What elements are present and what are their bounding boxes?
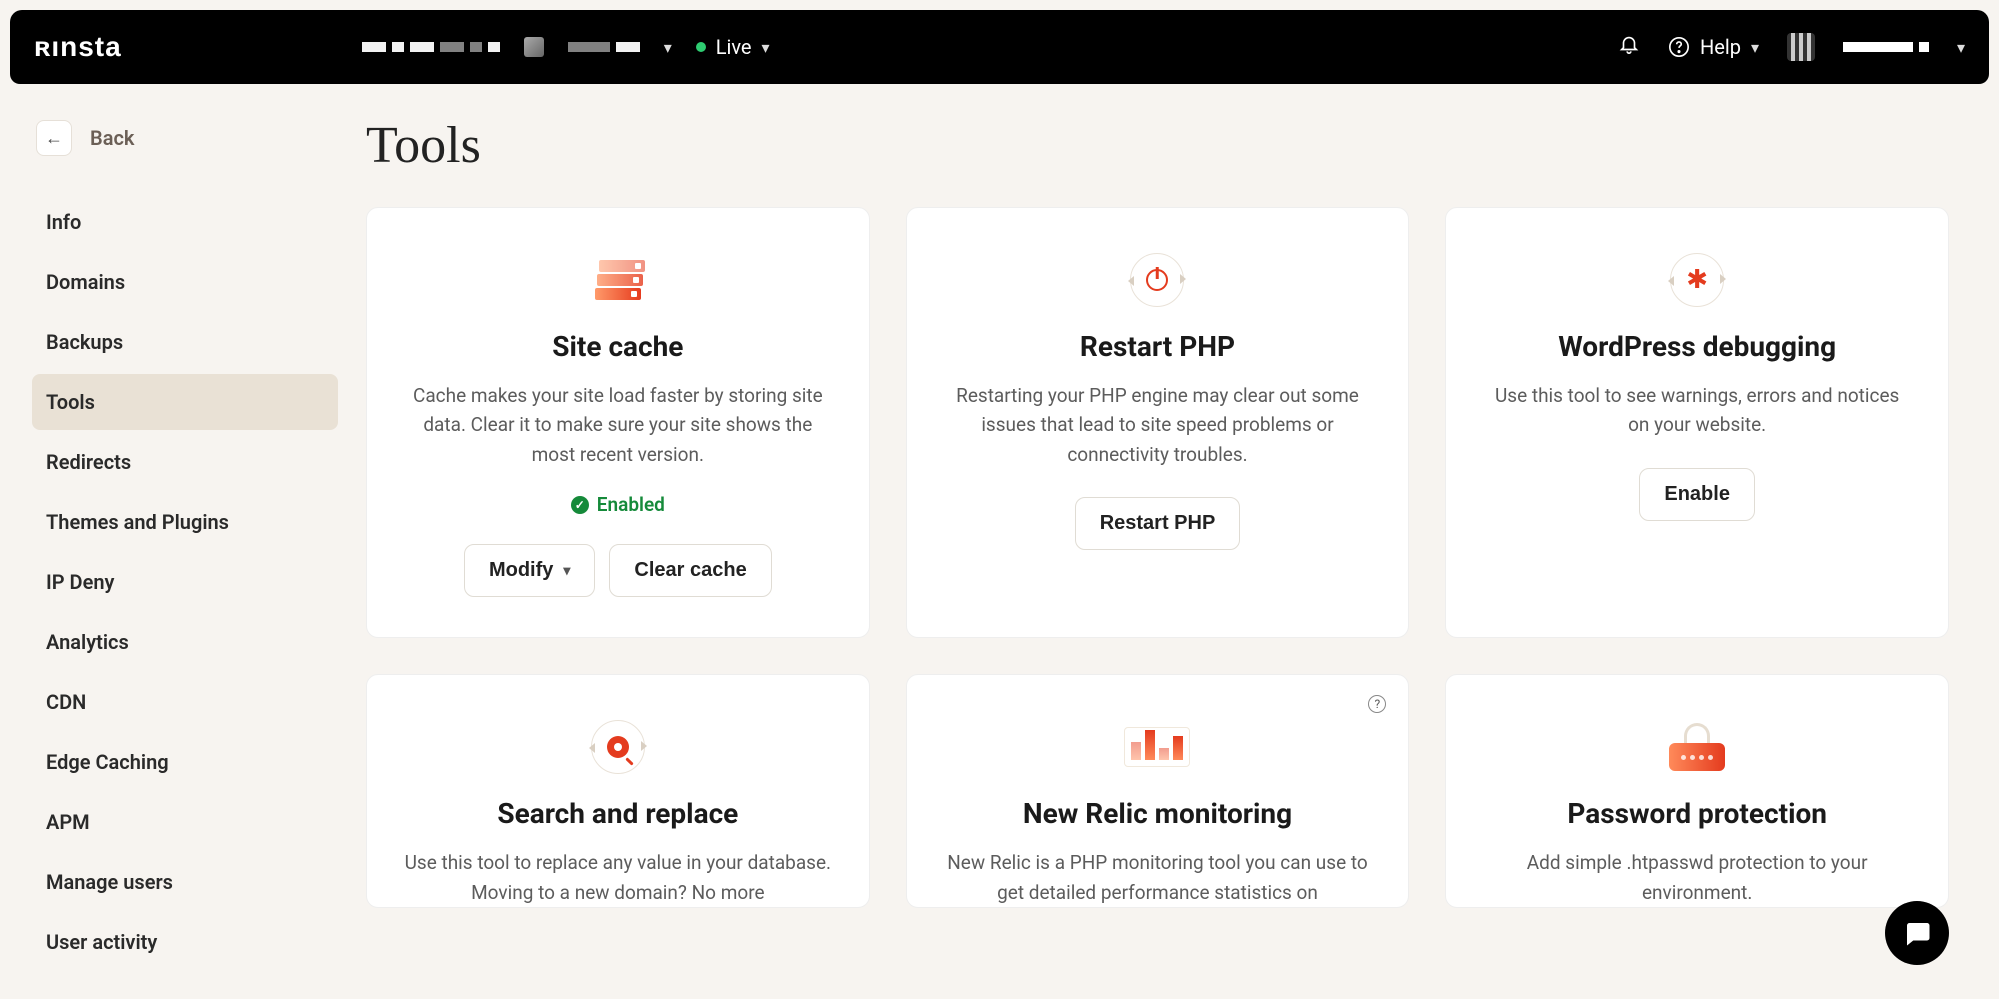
breadcrumb-redacted[interactable] <box>362 42 500 52</box>
sidebar-item-manage-users[interactable]: Manage users <box>32 854 338 910</box>
topbar: ʀınsta ▾ Live ▾ <box>10 10 1989 84</box>
card-desc: Use this tool to see warnings, errors an… <box>1482 381 1912 440</box>
modify-button[interactable]: Modify ▾ <box>464 544 595 597</box>
magnifier-icon <box>607 736 629 758</box>
sidebar-item-edge-caching[interactable]: Edge Caching <box>32 734 338 790</box>
card-title: WordPress debugging <box>1558 330 1836 363</box>
chevron-down-icon: ▾ <box>1751 38 1759 57</box>
power-icon <box>1146 269 1168 291</box>
restart-icon <box>1130 253 1184 307</box>
sidebar-item-tools[interactable]: Tools <box>32 374 338 430</box>
site-name-redacted[interactable] <box>568 42 640 52</box>
sidebar-item-analytics[interactable]: Analytics <box>32 614 338 670</box>
environment-switcher[interactable]: Live ▾ <box>696 35 770 59</box>
avatar[interactable] <box>1787 33 1815 61</box>
environment-label: Live <box>716 35 752 59</box>
sidebar-item-ip-deny[interactable]: IP Deny <box>32 554 338 610</box>
sidebar-item-domains[interactable]: Domains <box>32 254 338 310</box>
sidebar: ← Back Info Domains Backups Tools Redire… <box>10 84 350 979</box>
username-redacted[interactable] <box>1843 42 1929 52</box>
card-title: Site cache <box>552 330 683 363</box>
check-circle-icon: ✓ <box>571 496 589 514</box>
help-label: Help <box>1700 35 1741 59</box>
servers-icon <box>595 260 641 300</box>
card-desc: Restarting your PHP engine may clear out… <box>943 381 1373 469</box>
card-password-protection: Password protection Add simple .htpasswd… <box>1445 674 1949 908</box>
question-circle-icon <box>1668 36 1690 58</box>
tools-grid: Site cache Cache makes your site load fa… <box>366 207 1949 908</box>
bug-icon: ✱ <box>1686 265 1708 295</box>
card-title: Password protection <box>1567 797 1827 830</box>
arrow-left-icon: ← <box>45 128 63 149</box>
chevron-down-icon: ▾ <box>762 38 770 57</box>
card-title: Restart PHP <box>1080 330 1235 363</box>
card-title: Search and replace <box>497 797 738 830</box>
card-desc: Cache makes your site load faster by sto… <box>403 381 833 469</box>
site-icon <box>524 37 544 57</box>
card-wp-debugging: ✱ WordPress debugging Use this tool to s… <box>1445 207 1949 638</box>
bell-icon[interactable] <box>1618 33 1640 61</box>
bug-circle-icon: ✱ <box>1670 253 1724 307</box>
sidebar-item-themes-plugins[interactable]: Themes and Plugins <box>32 494 338 550</box>
magnifier-circle-icon <box>591 720 645 774</box>
back-label: Back <box>90 126 134 150</box>
status-dot-icon <box>696 42 706 52</box>
card-desc: Use this tool to replace any value in yo… <box>403 848 833 907</box>
clear-cache-button[interactable]: Clear cache <box>609 544 771 597</box>
sidebar-item-cdn[interactable]: CDN <box>32 674 338 730</box>
card-site-cache: Site cache Cache makes your site load fa… <box>366 207 870 638</box>
card-title: New Relic monitoring <box>1023 797 1292 830</box>
card-new-relic: ? New Relic monitoring New Relic is a PH… <box>906 674 1410 908</box>
logo-kinsta: ʀınsta <box>34 31 122 63</box>
restart-php-button[interactable]: Restart PHP <box>1075 497 1241 550</box>
chevron-down-icon: ▾ <box>563 562 570 579</box>
chat-icon <box>1902 918 1932 948</box>
main-content: Tools Site cache Cache makes your site l… <box>350 84 1989 979</box>
sidebar-item-apm[interactable]: APM <box>32 794 338 850</box>
question-circle-icon[interactable]: ? <box>1368 695 1386 713</box>
help-menu[interactable]: Help ▾ <box>1668 35 1759 59</box>
sidebar-item-info[interactable]: Info <box>32 194 338 250</box>
status-enabled: ✓ Enabled <box>571 493 665 516</box>
chat-fab[interactable] <box>1885 901 1949 965</box>
card-desc: New Relic is a PHP monitoring tool you c… <box>943 848 1373 907</box>
page-title: Tools <box>366 116 1949 175</box>
lock-icon <box>1669 723 1725 771</box>
sidebar-item-user-activity[interactable]: User activity <box>32 914 338 970</box>
enable-button[interactable]: Enable <box>1639 468 1755 521</box>
chevron-down-icon[interactable]: ▾ <box>664 38 672 57</box>
back-button[interactable]: ← <box>36 120 72 156</box>
card-search-replace: Search and replace Use this tool to repl… <box>366 674 870 908</box>
card-desc: Add simple .htpasswd protection to your … <box>1482 848 1912 907</box>
sidebar-item-backups[interactable]: Backups <box>32 314 338 370</box>
chevron-down-icon[interactable]: ▾ <box>1957 38 1965 57</box>
card-restart-php: Restart PHP Restarting your PHP engine m… <box>906 207 1410 638</box>
sidebar-item-redirects[interactable]: Redirects <box>32 434 338 490</box>
bar-chart-icon <box>1124 727 1190 767</box>
